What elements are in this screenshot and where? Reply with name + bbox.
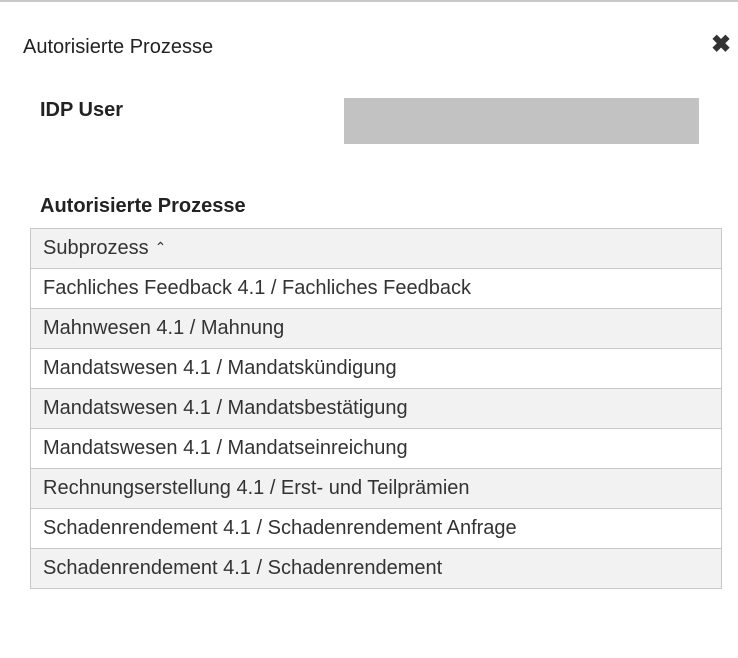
table-cell: Schadenrendement 4.1 / Schadenrendement … (30, 508, 722, 549)
idp-user-value (344, 98, 699, 144)
dialog-title: Autorisierte Prozesse (23, 36, 214, 58)
idp-user-label: IDP User (40, 99, 124, 121)
table-header-row: Subprozess ⌃ (30, 228, 722, 269)
subprocess-table: Subprozess ⌃ Fachliches Feedback 4.1 / Fa… (30, 228, 722, 589)
column-header-label: Subprozess (43, 237, 149, 259)
table-cell: Mandatswesen 4.1 / Mandatseinreichung (30, 428, 722, 469)
table-cell: Rechnungserstellung 4.1 / Erst- und Teil… (30, 468, 722, 509)
table-row[interactable]: Mandatswesen 4.1 / Mandatskündigung (30, 348, 722, 389)
table-cell: Mandatswesen 4.1 / Mandatskündigung (30, 348, 722, 389)
table-row[interactable]: Mahnwesen 4.1 / Mahnung (30, 308, 722, 349)
table-row[interactable]: Mandatswesen 4.1 / Mandatseinreichung (30, 428, 722, 469)
table-row[interactable]: Mandatswesen 4.1 / Mandatsbestätigung (30, 388, 722, 429)
close-icon[interactable]: ✖ (706, 30, 736, 60)
table-cell: Fachliches Feedback 4.1 / Fachliches Fee… (30, 268, 722, 309)
table-cell: Mahnwesen 4.1 / Mahnung (30, 308, 722, 349)
table-cell: Mandatswesen 4.1 / Mandatsbestätigung (30, 388, 722, 429)
table-row[interactable]: Schadenrendement 4.1 / Schadenrendement … (30, 508, 722, 549)
dialog-header: Autorisierte Prozesse ✖ (0, 2, 738, 90)
table-cell: Schadenrendement 4.1 / Schadenrendement (30, 548, 722, 589)
table-row[interactable]: Schadenrendement 4.1 / Schadenrendement (30, 548, 722, 589)
column-header-subprozess[interactable]: Subprozess ⌃ (30, 228, 722, 269)
authorized-processes-dialog: Autorisierte Prozesse ✖ IDP User Autoris… (0, 0, 738, 658)
table-row[interactable]: Fachliches Feedback 4.1 / Fachliches Fee… (30, 268, 722, 309)
chevron-up-icon: ⌃ (154, 239, 167, 255)
table-row[interactable]: Rechnungserstellung 4.1 / Erst- und Teil… (30, 468, 722, 509)
section-title: Autorisierte Prozesse (40, 195, 246, 217)
